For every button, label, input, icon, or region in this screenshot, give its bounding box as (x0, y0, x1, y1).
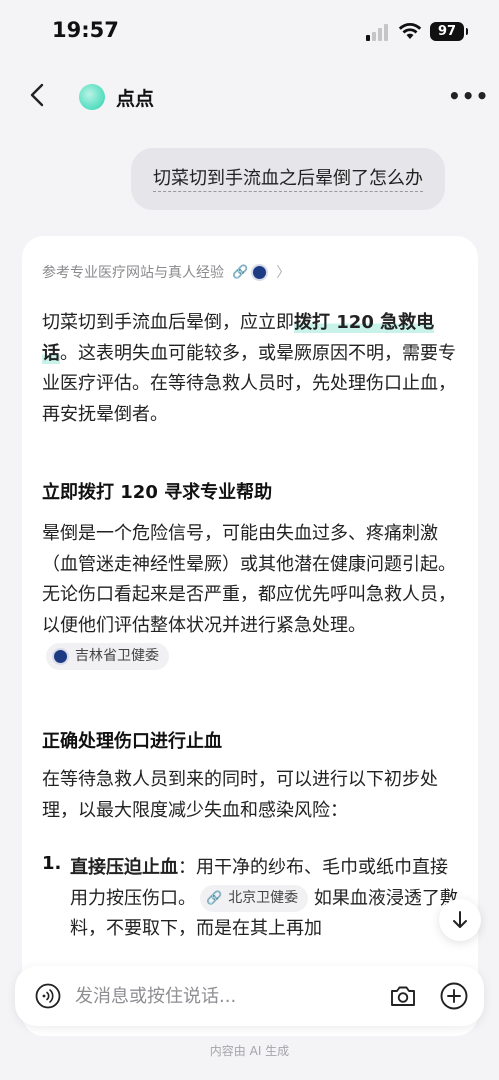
chevron-right-icon: 〉 (276, 265, 291, 281)
health-commission-emblem-icon (251, 263, 269, 281)
message-input[interactable] (75, 966, 375, 1026)
status-bar: 19:57 97 (0, 0, 499, 66)
arrow-down-icon (453, 911, 467, 928)
link-icon: 🔗 (206, 891, 223, 906)
bot-avatar[interactable] (79, 84, 105, 110)
reference-row[interactable]: 参考专业医疗网站与真人经验 🔗 〉 (42, 262, 290, 282)
section-heading-call-120: 立即拨打 120 寻求专业帮助 (42, 482, 273, 503)
user-message-bubble[interactable]: 切菜切到手流血之后晕倒了怎么办 (131, 148, 445, 210)
back-arrow-icon[interactable] (24, 80, 54, 110)
list-item-number: 1. (42, 853, 62, 874)
wifi-icon (398, 23, 422, 39)
user-message-text: 切菜切到手流血之后晕倒了怎么办 (153, 168, 423, 192)
answer-card: 参考专业医疗网站与真人经验 🔗 〉 切菜切到手流血后晕倒，应立即拨打 120 急… (22, 236, 478, 1036)
ai-disclaimer: 内容由 AI 生成 (209, 1044, 290, 1058)
source-chip-jilin[interactable]: 吉林省卫健委 (46, 642, 169, 670)
scroll-to-bottom-button[interactable] (439, 899, 481, 941)
section-body-bleeding: 在等待急救人员到来的同时，可以进行以下初步处理，以最大限度减少失血和感染风险： (42, 769, 438, 821)
message-input-bar (15, 966, 484, 1026)
voice-input-icon[interactable] (35, 983, 61, 1009)
link-icon: 🔗 (232, 264, 249, 280)
list-item-pressure: 直接压迫止血：用干净的纱布、毛巾或纸巾直接用力按压伤口。 🔗 北京卫健委 如果血液浸… (70, 857, 458, 939)
answer-intro: 切菜切到手流血后晕倒，应立即拨打 120 急救电话。这表明失血可能较多，或晕厥原… (42, 312, 456, 425)
chat-header: 点点 ••• (0, 66, 499, 126)
signal-icon (366, 23, 390, 41)
reference-text: 参考专业医疗网站与真人经验 (42, 265, 224, 281)
section-heading-bleeding: 正确处理伤口进行止血 (42, 731, 222, 752)
more-options-icon[interactable]: ••• (448, 82, 488, 112)
source-chip-beijing[interactable]: 🔗 北京卫健委 (200, 885, 309, 912)
add-icon[interactable] (439, 981, 469, 1011)
section-body-call-120: 晕倒是一个危险信号，可能由失血过多、疼痛刺激（血管迷走神经性晕厥）或其他潜在健康… (42, 519, 462, 672)
chat-title: 点点 (116, 88, 155, 110)
health-commission-emblem-icon (52, 647, 69, 665)
battery-icon: 97 (430, 22, 468, 41)
status-time: 19:57 (52, 18, 119, 42)
camera-icon[interactable] (389, 982, 417, 1010)
